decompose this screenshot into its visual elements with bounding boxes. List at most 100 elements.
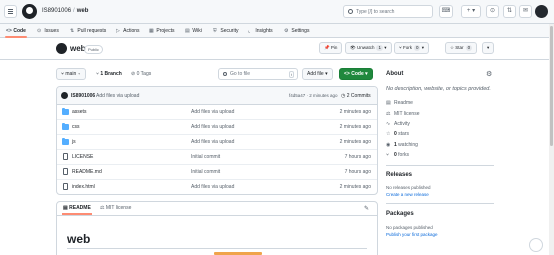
branch-select-button[interactable]: ⑂ main ▾ bbox=[56, 68, 86, 80]
releases-heading[interactable]: Releases bbox=[386, 172, 412, 178]
breadcrumb-repo[interactable]: web bbox=[77, 8, 89, 14]
forks-link[interactable]: ⑂ 0 forks bbox=[386, 152, 409, 158]
gear-icon[interactable]: ⚙ bbox=[486, 70, 492, 78]
divider bbox=[386, 203, 494, 204]
releases-note: No releases published bbox=[386, 185, 431, 190]
commits-link[interactable]: ◷ 2 Commits bbox=[341, 93, 371, 99]
tab-label: Security bbox=[220, 28, 239, 34]
eye-icon: ◉ bbox=[386, 142, 391, 148]
tab-code[interactable]: <> Code bbox=[5, 26, 27, 38]
breadcrumb-owner[interactable]: IS8901006 bbox=[42, 8, 71, 14]
readme-link[interactable]: ▤ Readme bbox=[386, 100, 413, 106]
command-palette-button[interactable]: ⌨ bbox=[439, 5, 453, 18]
file-commit-message[interactable]: Initial commit bbox=[191, 154, 220, 160]
file-row[interactable]: assets Add files via upload 2 minutes ago bbox=[57, 105, 377, 120]
repo-header: web Public 📌 Pin 👁 Unwatch 1 ▾ ⑂ Fork 0 ▾ … bbox=[0, 38, 554, 60]
menu-icon bbox=[8, 9, 13, 10]
file-name[interactable]: css bbox=[72, 124, 80, 130]
tags-link[interactable]: ⊘ 0 Tags bbox=[131, 71, 151, 77]
commit-author[interactable]: IS8901006 bbox=[71, 93, 95, 99]
star-button[interactable]: ☆ Star 0 bbox=[445, 42, 478, 54]
menu-button[interactable] bbox=[4, 5, 17, 18]
file-name[interactable]: assets bbox=[72, 109, 86, 115]
issues-icon[interactable]: ⊙ bbox=[486, 5, 499, 18]
star-dropdown-button[interactable]: ▾ bbox=[482, 42, 495, 54]
tab-pull-requests[interactable]: ⇅ Pull requests bbox=[70, 26, 106, 36]
book-icon: ▤ bbox=[386, 100, 391, 106]
search-input[interactable]: Type [/] to search bbox=[343, 5, 433, 18]
file-commit-message[interactable]: Add files via upload bbox=[191, 139, 234, 145]
folder-icon bbox=[62, 138, 69, 145]
graph-icon: ⌞ bbox=[248, 28, 251, 34]
publish-package-link[interactable]: Publish your first package bbox=[386, 232, 438, 237]
file-commit-message[interactable]: Add files via upload bbox=[191, 184, 234, 190]
packages-heading[interactable]: Packages bbox=[386, 211, 414, 217]
file-time: 2 minutes ago bbox=[339, 139, 371, 145]
tab-issues[interactable]: ⊙ Issues bbox=[37, 26, 59, 36]
tab-license[interactable]: ⚖ MIT license bbox=[100, 205, 131, 211]
commits-label: 2 Commits bbox=[346, 93, 371, 99]
tab-insights[interactable]: ⌞ Insights bbox=[248, 26, 273, 36]
file-row[interactable]: css Add files via upload 2 minutes ago bbox=[57, 120, 377, 135]
fork-button[interactable]: ⑂ Fork 0 ▾ bbox=[394, 42, 429, 54]
tab-security[interactable]: ⛨ Security bbox=[213, 26, 238, 36]
tags-label: 0 Tags bbox=[136, 71, 152, 77]
add-file-label: Add file bbox=[307, 71, 324, 77]
file-time: 2 minutes ago bbox=[339, 109, 371, 115]
commit-meta[interactable]: f4d5a47 · 2 minutes ago bbox=[289, 93, 338, 98]
create-new-button[interactable]: + ▾ bbox=[461, 5, 481, 18]
tab-actions[interactable]: ▷ Actions bbox=[116, 26, 140, 36]
file-commit-message[interactable]: Add files via upload bbox=[191, 124, 234, 130]
pull-requests-icon[interactable]: ⇅ bbox=[503, 5, 516, 18]
scrollbar-thumb[interactable] bbox=[550, 26, 553, 146]
file-row[interactable]: index.html Add files via upload 2 minutes … bbox=[57, 180, 377, 194]
file-name[interactable]: js bbox=[72, 139, 76, 145]
create-release-link[interactable]: Create a new release bbox=[386, 192, 429, 197]
watching-link[interactable]: ◉ 1 watching bbox=[386, 142, 418, 148]
add-file-button[interactable]: Add file ▾ bbox=[302, 68, 333, 80]
file-time: 2 minutes ago bbox=[339, 124, 371, 130]
file-name[interactable]: LICENSE bbox=[72, 154, 93, 160]
stars-label: stars bbox=[398, 131, 410, 137]
branches-link[interactable]: ⑂ 1 Branch bbox=[96, 71, 122, 77]
book-icon: ▤ bbox=[185, 28, 190, 34]
tab-readme[interactable]: ▤ README bbox=[62, 205, 92, 215]
file-icon bbox=[63, 183, 68, 190]
play-icon: ▷ bbox=[116, 28, 120, 34]
divider bbox=[386, 165, 494, 166]
file-name[interactable]: index.html bbox=[72, 184, 95, 190]
github-logo-icon[interactable] bbox=[22, 4, 37, 19]
activity-link[interactable]: ∿ Activity bbox=[386, 121, 410, 127]
inbox-icon[interactable]: ✉ bbox=[519, 5, 532, 18]
file-commit-message[interactable]: Add files via upload bbox=[191, 109, 234, 115]
go-to-file-placeholder: Go to file bbox=[230, 71, 251, 77]
tab-wiki[interactable]: ▤ Wiki bbox=[185, 26, 202, 36]
code-label: Code bbox=[351, 71, 364, 77]
avatar[interactable] bbox=[535, 5, 548, 18]
stars-link[interactable]: ☆ 0 stars bbox=[386, 131, 409, 137]
readme-tabs: ▤ README ⚖ MIT license ✎ bbox=[57, 202, 377, 216]
tab-projects[interactable]: ▦ Projects bbox=[149, 26, 174, 36]
tab-settings[interactable]: ⚙ Settings bbox=[284, 26, 309, 36]
file-row[interactable]: js Add files via upload 2 minutes ago bbox=[57, 135, 377, 150]
search-icon bbox=[348, 9, 353, 14]
tab-label: Insights bbox=[255, 28, 273, 34]
pin-button[interactable]: 📌 Pin bbox=[319, 42, 343, 54]
go-to-file-input[interactable]: Go to file t bbox=[218, 68, 298, 80]
pull-request-icon: ⇅ bbox=[70, 28, 75, 34]
table-icon: ▦ bbox=[149, 28, 154, 34]
file-row[interactable]: LICENSE Initial commit 7 hours ago bbox=[57, 150, 377, 165]
file-name[interactable]: README.md bbox=[72, 169, 102, 175]
commit-message[interactable]: Add files via upload bbox=[96, 93, 139, 99]
assistant-button[interactable] bbox=[529, 238, 543, 252]
file-commit-message[interactable]: Initial commit bbox=[191, 169, 220, 175]
license-link[interactable]: ⚖ MIT license bbox=[386, 111, 419, 117]
activity-link-label: Activity bbox=[394, 121, 410, 127]
watching-label: watching bbox=[398, 142, 418, 148]
edit-pencil-icon[interactable]: ✎ bbox=[364, 205, 369, 212]
unwatch-button[interactable]: 👁 Unwatch 1 ▾ bbox=[345, 42, 392, 54]
menu-icon-line bbox=[8, 11, 13, 12]
code-button[interactable]: <> Code ▾ bbox=[339, 68, 373, 80]
file-row[interactable]: README.md Initial commit 7 hours ago bbox=[57, 165, 377, 180]
search-icon bbox=[223, 72, 227, 76]
